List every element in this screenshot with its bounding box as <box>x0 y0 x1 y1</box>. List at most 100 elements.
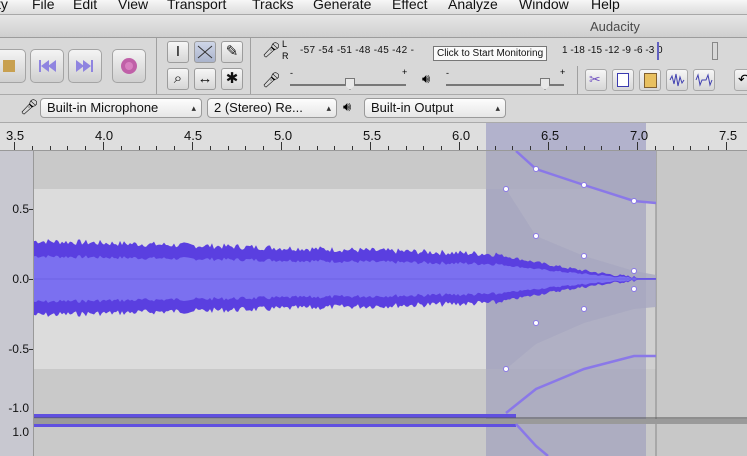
ruler-label: 6.0 <box>452 128 471 143</box>
ruler-tick <box>565 146 567 150</box>
ruler-tick <box>387 146 389 150</box>
output-device-select[interactable]: Built-in Output ▴▾ <box>364 98 506 118</box>
ruler-tick <box>548 142 549 150</box>
toolbar: I ✎ ⌕ ↔ ✱ 🎤︎ L R -57 -54 -51 -48 -45 -42… <box>0 38 747 95</box>
ruler-tick <box>298 146 300 150</box>
ruler-label: 4.5 <box>184 128 203 143</box>
draw-tool[interactable]: ✎ <box>221 41 243 63</box>
skip-to-end-button[interactable] <box>68 49 102 83</box>
track-separator <box>0 419 747 424</box>
menu-view[interactable]: View <box>118 0 148 12</box>
input-volume-thumb[interactable] <box>345 78 355 90</box>
envelope-tool[interactable] <box>194 41 216 63</box>
ruler-tick <box>49 146 51 150</box>
ruler-tick <box>174 146 176 150</box>
paste-button[interactable] <box>639 69 661 91</box>
output-speaker-icon: 🔊︎ <box>422 71 431 86</box>
double-arrow-icon: ↔ <box>197 70 213 87</box>
menu-help[interactable]: Help <box>591 0 620 12</box>
scale-label: 1.0 <box>12 425 29 439</box>
skip-to-start-button[interactable] <box>30 49 64 83</box>
meter-end-bar <box>712 42 718 60</box>
meter-channel-r: R <box>282 51 289 61</box>
ruler-label: 5.5 <box>363 128 382 143</box>
input-device-value: Built-in Microphone <box>47 100 159 115</box>
ruler-label: 5.0 <box>274 128 293 143</box>
menu-transport[interactable]: Transport <box>167 0 226 12</box>
start-monitoring-button[interactable]: Click to Start Monitoring <box>433 46 548 61</box>
scale-tick <box>29 349 33 350</box>
window-title: Audacity <box>590 19 640 34</box>
cut-button[interactable]: ✂ <box>585 69 607 91</box>
title-bar: Audacity <box>0 15 747 38</box>
ruler-tick <box>138 146 140 150</box>
chevron-updown-icon: ▴▾ <box>326 103 331 113</box>
input-channels-select[interactable]: 2 (Stereo) Re... ▴▾ <box>207 98 337 118</box>
ruler-tick <box>370 142 371 150</box>
menu-analyze[interactable]: Analyze <box>448 0 498 12</box>
selection-tool[interactable]: I <box>167 41 189 63</box>
menu-edit[interactable]: Edit <box>73 0 97 12</box>
scale-label: -0.5 <box>8 342 29 356</box>
copy-button[interactable] <box>612 69 634 91</box>
menu-generate[interactable]: Generate <box>313 0 371 12</box>
ruler-label: 7.5 <box>719 128 738 143</box>
output-device-speaker-icon: 🔊︎ <box>343 99 352 114</box>
multi-tool[interactable]: ✱ <box>221 68 243 90</box>
input-device-select[interactable]: Built-in Microphone ▴▾ <box>40 98 202 118</box>
ruler-tick <box>726 142 727 150</box>
menu-file[interactable]: File <box>32 0 55 12</box>
ruler-tick <box>85 146 87 150</box>
ruler-label: 3.5 <box>6 128 25 143</box>
ibeam-icon: I <box>175 43 181 60</box>
ruler-tick <box>209 146 211 150</box>
ruler-tick <box>405 146 407 150</box>
pencil-icon: ✎ <box>225 43 239 60</box>
skip-start-icon <box>39 60 56 72</box>
menu-tracks[interactable]: Tracks <box>252 0 293 12</box>
timeline-ruler[interactable]: 3.5 4.0 4.5 5.0 5.5 6.0 6.5 7.0 7.5 <box>0 123 747 151</box>
output-volume-thumb[interactable] <box>540 78 550 90</box>
scale-label: 0.5 <box>12 202 29 216</box>
menu-effect[interactable]: Effect <box>392 0 428 12</box>
meter-cursor <box>657 42 659 60</box>
ruler-tick <box>192 142 193 150</box>
clip-line <box>34 414 516 418</box>
ruler-tick <box>512 146 514 150</box>
clip-line <box>34 424 516 427</box>
input-plus: + <box>402 67 408 77</box>
silence-button[interactable] <box>693 69 715 91</box>
envelope-icon <box>197 45 213 59</box>
ruler-label: 4.0 <box>95 128 114 143</box>
ruler-tick <box>708 146 710 150</box>
ruler-tick <box>14 142 15 150</box>
ruler-tick <box>281 142 282 150</box>
menu-app[interactable]: ty <box>0 0 8 12</box>
ruler-tick <box>352 146 354 150</box>
toolbar-divider <box>250 38 251 94</box>
ruler-tick <box>672 146 674 150</box>
waveform-display[interactable] <box>0 151 747 456</box>
scale-tick <box>29 279 33 280</box>
ruler-tick <box>316 146 318 150</box>
ruler-tick <box>583 146 585 150</box>
ruler-tick <box>120 146 122 150</box>
ruler-label: 6.5 <box>541 128 560 143</box>
toolbar-divider <box>577 66 578 94</box>
undo-button[interactable]: ↶ <box>734 69 747 91</box>
menu-window[interactable]: Window <box>519 0 569 12</box>
input-minus: - <box>290 68 293 78</box>
audio-track[interactable] <box>0 151 747 456</box>
ruler-tick <box>530 146 532 150</box>
output-plus: + <box>560 67 566 77</box>
input-volume-mic-icon: 🎤︎ <box>262 72 282 89</box>
trim-button[interactable] <box>666 69 688 91</box>
record-button[interactable] <box>112 49 146 83</box>
silence-icon <box>695 73 713 87</box>
ruler-label: 7.0 <box>630 128 649 143</box>
chevron-updown-icon: ▴▾ <box>191 103 196 113</box>
stop-button[interactable] <box>0 49 26 83</box>
time-shift-tool[interactable]: ↔ <box>194 68 216 90</box>
device-toolbar: 🎤︎ Built-in Microphone ▴▾ 2 (Stereo) Re.… <box>0 95 747 123</box>
zoom-tool[interactable]: ⌕ <box>167 68 189 90</box>
